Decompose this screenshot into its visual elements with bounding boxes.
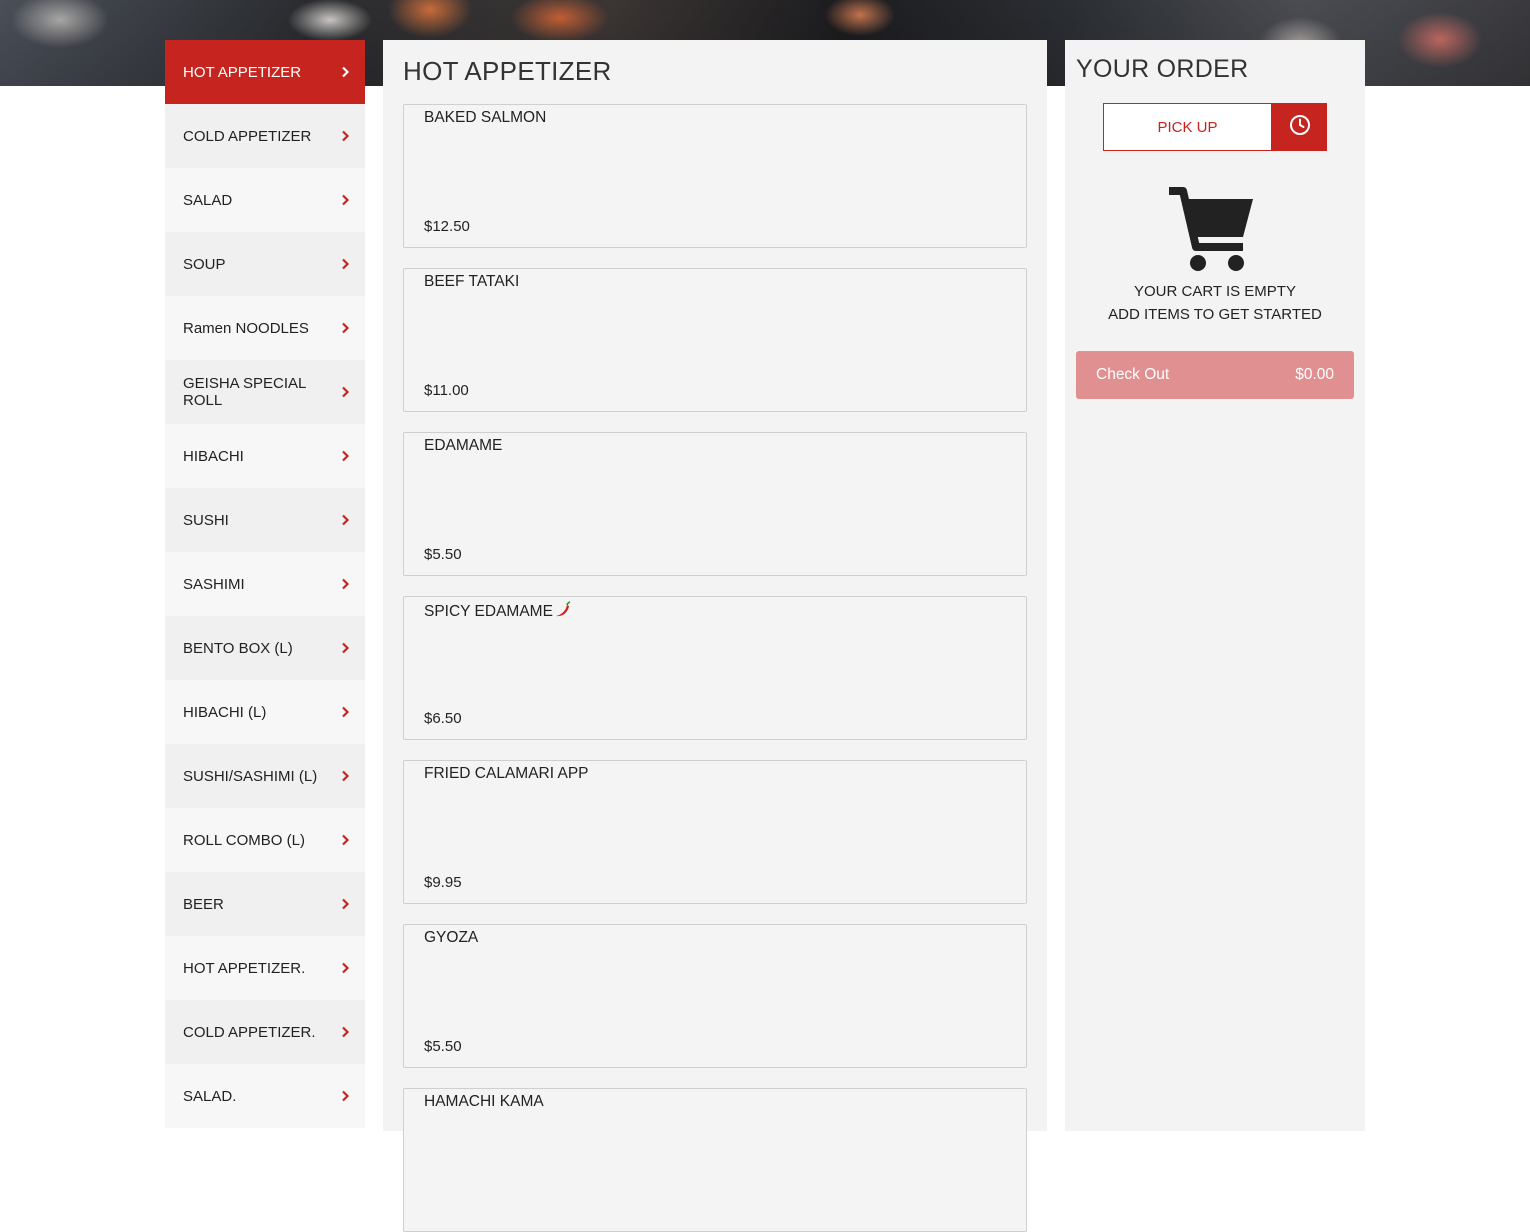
sidebar-item-label: COLD APPETIZER bbox=[183, 127, 312, 145]
empty-cart-hint: ADD ITEMS TO GET STARTED bbox=[1108, 306, 1322, 323]
clock-icon bbox=[1289, 114, 1311, 141]
chevron-right-icon bbox=[339, 258, 351, 270]
menu-item-card[interactable]: EDAMAME $5.50 bbox=[403, 432, 1027, 576]
sidebar-item-label: SALAD. bbox=[183, 1087, 237, 1105]
chevron-right-icon bbox=[339, 706, 351, 718]
empty-cart-message: YOUR CART IS EMPTY bbox=[1134, 283, 1296, 300]
chevron-right-icon bbox=[339, 898, 351, 910]
menu-item-price: $12.50 bbox=[424, 218, 470, 235]
chevron-right-icon bbox=[339, 578, 351, 590]
sidebar-item-sashimi[interactable]: SASHIMI bbox=[165, 552, 365, 616]
menu-item-card[interactable]: BAKED SALMON $12.50 bbox=[403, 104, 1027, 248]
menu-item-price: $5.50 bbox=[424, 1038, 462, 1055]
menu-item-name: HAMACHI KAMA bbox=[424, 1093, 544, 1110]
menu-item-name: BAKED SALMON bbox=[424, 109, 547, 126]
menu-item-price: $5.50 bbox=[424, 546, 462, 563]
sidebar-item-roll-combo-l[interactable]: ROLL COMBO (L) bbox=[165, 808, 365, 872]
menu-item-card[interactable]: SPICY EDAMAME $6.50 bbox=[403, 596, 1027, 740]
chevron-right-icon bbox=[339, 770, 351, 782]
menu-item-card[interactable]: BEEF TATAKI $11.00 bbox=[403, 268, 1027, 412]
menu-item-name: FRIED CALAMARI APP bbox=[424, 765, 589, 782]
sidebar-item-hibachi[interactable]: HIBACHI bbox=[165, 424, 365, 488]
sidebar-item-geisha-special-roll[interactable]: GEISHA SPECIAL ROLL bbox=[165, 360, 365, 424]
checkout-button[interactable]: Check Out $0.00 bbox=[1076, 351, 1354, 399]
menu-category-title: HOT APPETIZER bbox=[403, 56, 612, 86]
menu-item-name: EDAMAME bbox=[424, 437, 503, 454]
chevron-right-icon bbox=[339, 514, 351, 526]
sidebar-item-label: SASHIMI bbox=[183, 575, 245, 593]
chili-pepper-icon bbox=[554, 601, 571, 623]
menu-item-price: $9.95 bbox=[424, 874, 462, 891]
sidebar-item-cold-appetizer-2[interactable]: COLD APPETIZER. bbox=[165, 1000, 365, 1064]
sidebar-item-ramen-noodles[interactable]: Ramen NOODLES bbox=[165, 296, 365, 360]
menu-item-name: SPICY EDAMAME bbox=[424, 603, 553, 620]
menu-item-name: GYOZA bbox=[424, 929, 479, 946]
sidebar-item-label: Ramen NOODLES bbox=[183, 319, 309, 337]
sidebar-item-label: SALAD bbox=[183, 191, 233, 209]
menu-item-price: $11.00 bbox=[424, 382, 469, 399]
sidebar-item-sushi[interactable]: SUSHI bbox=[165, 488, 365, 552]
sidebar-item-label: HOT APPETIZER. bbox=[183, 959, 306, 977]
chevron-right-icon bbox=[339, 1090, 351, 1102]
pickup-button[interactable]: PICK UP bbox=[1103, 103, 1272, 151]
chevron-right-icon bbox=[339, 130, 351, 142]
category-sidebar: HOT APPETIZER COLD APPETIZER SALAD SOUP … bbox=[165, 40, 365, 1128]
chevron-right-icon bbox=[339, 386, 351, 398]
order-panel: YOUR ORDER PICK UP YOUR CART IS EMPTY AD… bbox=[1065, 40, 1365, 1131]
sidebar-item-cold-appetizer[interactable]: COLD APPETIZER bbox=[165, 104, 365, 168]
menu-item-card[interactable]: FRIED CALAMARI APP $9.95 bbox=[403, 760, 1027, 904]
menu-item-card[interactable]: HAMACHI KAMA bbox=[403, 1088, 1027, 1232]
menu-item-name: BEEF TATAKI bbox=[424, 273, 520, 290]
chevron-right-icon bbox=[339, 1026, 351, 1038]
checkout-total: $0.00 bbox=[1295, 366, 1334, 383]
sidebar-item-beer[interactable]: BEER bbox=[165, 872, 365, 936]
sidebar-item-label: ROLL COMBO (L) bbox=[183, 831, 305, 849]
sidebar-item-soup[interactable]: SOUP bbox=[165, 232, 365, 296]
sidebar-item-hibachi-l[interactable]: HIBACHI (L) bbox=[165, 680, 365, 744]
sidebar-item-sushi-sashimi-l[interactable]: SUSHI/SASHIMI (L) bbox=[165, 744, 365, 808]
sidebar-item-label: BENTO BOX (L) bbox=[183, 639, 293, 657]
checkout-label: Check Out bbox=[1096, 366, 1170, 383]
sidebar-item-label: HIBACHI (L) bbox=[183, 703, 267, 721]
cart-icon bbox=[1167, 187, 1257, 275]
pickup-selector: PICK UP bbox=[1103, 103, 1327, 151]
sidebar-item-label: SOUP bbox=[183, 255, 226, 273]
sidebar-item-hot-appetizer-2[interactable]: HOT APPETIZER. bbox=[165, 936, 365, 1000]
chevron-right-icon bbox=[339, 962, 351, 974]
chevron-right-icon bbox=[339, 194, 351, 206]
chevron-right-icon bbox=[339, 66, 351, 78]
menu-item-card[interactable]: GYOZA $5.50 bbox=[403, 924, 1027, 1068]
sidebar-item-label: HOT APPETIZER bbox=[183, 63, 302, 81]
sidebar-item-label: COLD APPETIZER. bbox=[183, 1023, 316, 1041]
chevron-right-icon bbox=[339, 450, 351, 462]
sidebar-item-hot-appetizer[interactable]: HOT APPETIZER bbox=[165, 40, 365, 104]
order-title: YOUR ORDER bbox=[1076, 55, 1249, 83]
menu-item-name-wrap: SPICY EDAMAME bbox=[424, 601, 571, 623]
sidebar-item-label: SUSHI bbox=[183, 511, 229, 529]
menu-panel: HOT APPETIZER BAKED SALMON $12.50 BEEF T… bbox=[383, 40, 1047, 1232]
chevron-right-icon bbox=[339, 642, 351, 654]
menu-item-price: $6.50 bbox=[424, 710, 462, 727]
chevron-right-icon bbox=[339, 834, 351, 846]
sidebar-item-label: BEER bbox=[183, 895, 224, 913]
chevron-right-icon bbox=[339, 322, 351, 334]
sidebar-item-label: SUSHI/SASHIMI (L) bbox=[183, 767, 318, 785]
sidebar-item-label: GEISHA SPECIAL ROLL bbox=[183, 375, 306, 409]
sidebar-item-salad-2[interactable]: SALAD. bbox=[165, 1064, 365, 1128]
schedule-time-button[interactable] bbox=[1272, 103, 1327, 151]
sidebar-item-salad[interactable]: SALAD bbox=[165, 168, 365, 232]
sidebar-item-label: HIBACHI bbox=[183, 447, 244, 465]
sidebar-item-bento-box-l[interactable]: BENTO BOX (L) bbox=[165, 616, 365, 680]
